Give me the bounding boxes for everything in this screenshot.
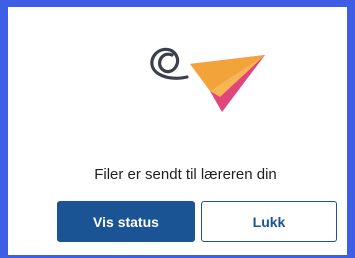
close-button[interactable]: Lukk xyxy=(201,201,337,242)
paper-plane-icon xyxy=(150,47,265,112)
view-status-button[interactable]: Vis status xyxy=(57,201,195,242)
confirmation-message: Filer er sendt til læreren din xyxy=(94,166,277,183)
illustration xyxy=(140,35,272,115)
